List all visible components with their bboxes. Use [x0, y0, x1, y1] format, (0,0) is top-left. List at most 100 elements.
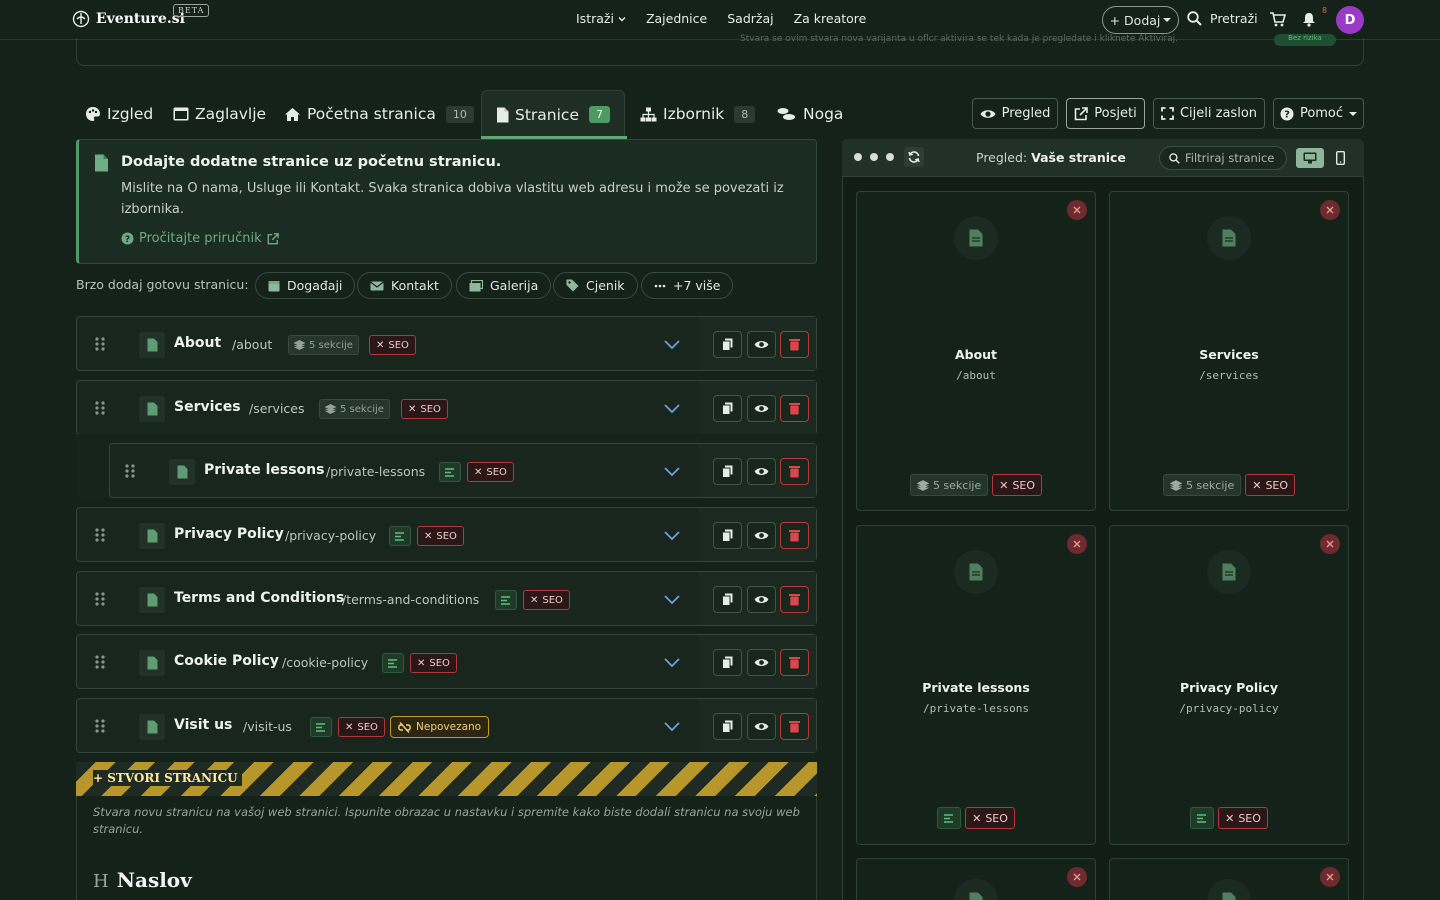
card-title: About	[954, 347, 998, 362]
page-slug: /about	[232, 337, 273, 352]
chevron-down-icon[interactable]	[663, 590, 681, 608]
chevron-down-icon[interactable]	[663, 526, 681, 544]
refresh-icon	[908, 151, 920, 163]
copy-icon	[722, 338, 733, 351]
avatar[interactable]: D	[1336, 6, 1364, 34]
logo[interactable]: Eventure.si	[72, 10, 185, 28]
page-row-terms[interactable]: Terms and Conditions /terms-and-conditio…	[76, 571, 817, 626]
preview-card-services[interactable]: Services /services 5 sekcije ✕ SEO	[1109, 191, 1349, 511]
chevron-down-icon[interactable]	[663, 462, 681, 480]
view-button[interactable]	[747, 586, 776, 613]
nav-za-kreatore[interactable]: Za kreatore	[794, 11, 867, 26]
drag-handle-icon[interactable]	[95, 528, 105, 542]
drag-handle-icon[interactable]	[95, 401, 105, 415]
tab-izbornik[interactable]: Izbornik 8	[640, 90, 756, 138]
delete-button[interactable]	[780, 395, 809, 422]
quick-add-events[interactable]: Događaji	[255, 272, 356, 299]
window-dot	[854, 153, 862, 161]
duplicate-button[interactable]	[713, 458, 742, 485]
preview-button[interactable]: Pregled	[972, 98, 1058, 129]
duplicate-button[interactable]	[713, 522, 742, 549]
duplicate-button[interactable]	[713, 395, 742, 422]
desktop-icon	[1303, 152, 1317, 164]
nav-zajednice[interactable]: Zajednice	[646, 11, 707, 26]
view-button[interactable]	[747, 649, 776, 676]
view-button[interactable]	[747, 331, 776, 358]
quick-add-gallery[interactable]: Galerija	[456, 272, 552, 299]
quick-add-pricing[interactable]: Cjenik	[553, 272, 638, 299]
remove-card-button[interactable]	[1067, 534, 1087, 554]
delete-button[interactable]	[780, 458, 809, 485]
view-button[interactable]	[747, 713, 776, 740]
search-button[interactable]: Pretraži	[1187, 11, 1258, 26]
delete-button[interactable]	[780, 522, 809, 549]
bell-icon[interactable]	[1302, 12, 1316, 27]
mobile-view-button[interactable]	[1330, 148, 1350, 168]
tab-stranice[interactable]: Stranice 7	[481, 90, 625, 138]
tab-pocetna-stranica[interactable]: Početna stranica 10	[284, 90, 474, 138]
help-button[interactable]: ? Pomoć	[1273, 98, 1364, 129]
unlink-icon	[398, 721, 411, 733]
chevron-down-icon[interactable]	[663, 399, 681, 417]
manual-link[interactable]: ? Pročitajte priručnik	[121, 231, 279, 246]
page-name: Services	[174, 399, 241, 415]
delete-button[interactable]	[780, 649, 809, 676]
x-icon: ✕	[999, 478, 1009, 492]
page-filter-input[interactable]: Filtriraj stranice	[1159, 146, 1287, 170]
drag-handle-icon[interactable]	[95, 719, 105, 733]
chevron-down-icon[interactable]	[663, 335, 681, 353]
drag-handle-icon[interactable]	[95, 337, 105, 351]
view-button[interactable]	[747, 395, 776, 422]
drag-handle-icon[interactable]	[125, 464, 135, 478]
chevron-down-icon[interactable]	[663, 653, 681, 671]
trash-icon	[789, 721, 800, 733]
quick-add-contact[interactable]: Kontakt	[357, 272, 452, 299]
delete-button[interactable]	[780, 586, 809, 613]
eye-icon	[754, 532, 769, 539]
tab-count: 7	[588, 106, 610, 123]
add-button[interactable]: + Dodaj	[1102, 6, 1179, 34]
drag-handle-icon[interactable]	[95, 592, 105, 606]
preview-card-partial[interactable]	[856, 858, 1096, 900]
page-row-private-lessons[interactable]: Private lessons /private-lessons ✕ SEO	[109, 443, 817, 498]
x-icon: ✕	[530, 594, 539, 606]
drag-handle-icon[interactable]	[95, 655, 105, 669]
quick-add-more[interactable]: +7 više	[641, 272, 734, 299]
duplicate-button[interactable]	[713, 649, 742, 676]
tab-noga[interactable]: Noga	[777, 90, 843, 138]
row-actions	[698, 508, 816, 561]
fullscreen-button[interactable]: Cijeli zaslon	[1153, 98, 1265, 129]
remove-card-button[interactable]	[1320, 200, 1340, 220]
duplicate-button[interactable]	[713, 586, 742, 613]
chevron-down-icon[interactable]	[663, 717, 681, 735]
preview-card-private-lessons[interactable]: Private lessons /private-lessons ✕ SEO	[856, 525, 1096, 845]
remove-card-button[interactable]	[1067, 200, 1087, 220]
page-row-cookie-policy[interactable]: Cookie Policy /cookie-policy ✕ SEO	[76, 634, 817, 689]
cart-icon[interactable]	[1270, 12, 1286, 27]
preview-card-privacy-policy[interactable]: Privacy Policy /privacy-policy ✕ SEO	[1109, 525, 1349, 845]
delete-button[interactable]	[780, 331, 809, 358]
page-row-visit-us[interactable]: Visit us /visit-us ✕ SEO Nepovezano	[76, 698, 817, 753]
remove-card-button[interactable]	[1320, 867, 1340, 887]
page-row-services[interactable]: Services /services 5 sekcije ✕ SEO	[76, 380, 817, 435]
view-button[interactable]	[747, 522, 776, 549]
remove-card-button[interactable]	[1067, 867, 1087, 887]
delete-button[interactable]	[780, 713, 809, 740]
duplicate-button[interactable]	[713, 713, 742, 740]
page-row-about[interactable]: About /about 5 sekcije ✕ SEO	[76, 316, 817, 371]
remove-card-button[interactable]	[1320, 534, 1340, 554]
refresh-button[interactable]	[904, 147, 924, 167]
visit-button[interactable]: Posjeti	[1066, 98, 1145, 129]
align-left-icon	[388, 658, 397, 668]
preview-card-partial[interactable]	[1109, 858, 1349, 900]
page-row-privacy-policy[interactable]: Privacy Policy /privacy-policy ✕ SEO	[76, 507, 817, 562]
tab-zaglavlje[interactable]: Zaglavlje	[173, 90, 266, 138]
tab-izgled[interactable]: Izgled	[85, 90, 153, 138]
duplicate-button[interactable]	[713, 331, 742, 358]
caret-down-icon	[1349, 111, 1358, 116]
desktop-view-button[interactable]	[1296, 148, 1324, 168]
nav-sadrzaj[interactable]: Sadržaj	[727, 11, 773, 26]
nav-istrazi[interactable]: Istraži	[576, 11, 626, 26]
preview-card-about[interactable]: About /about 5 sekcije ✕ SEO	[856, 191, 1096, 511]
view-button[interactable]	[747, 458, 776, 485]
